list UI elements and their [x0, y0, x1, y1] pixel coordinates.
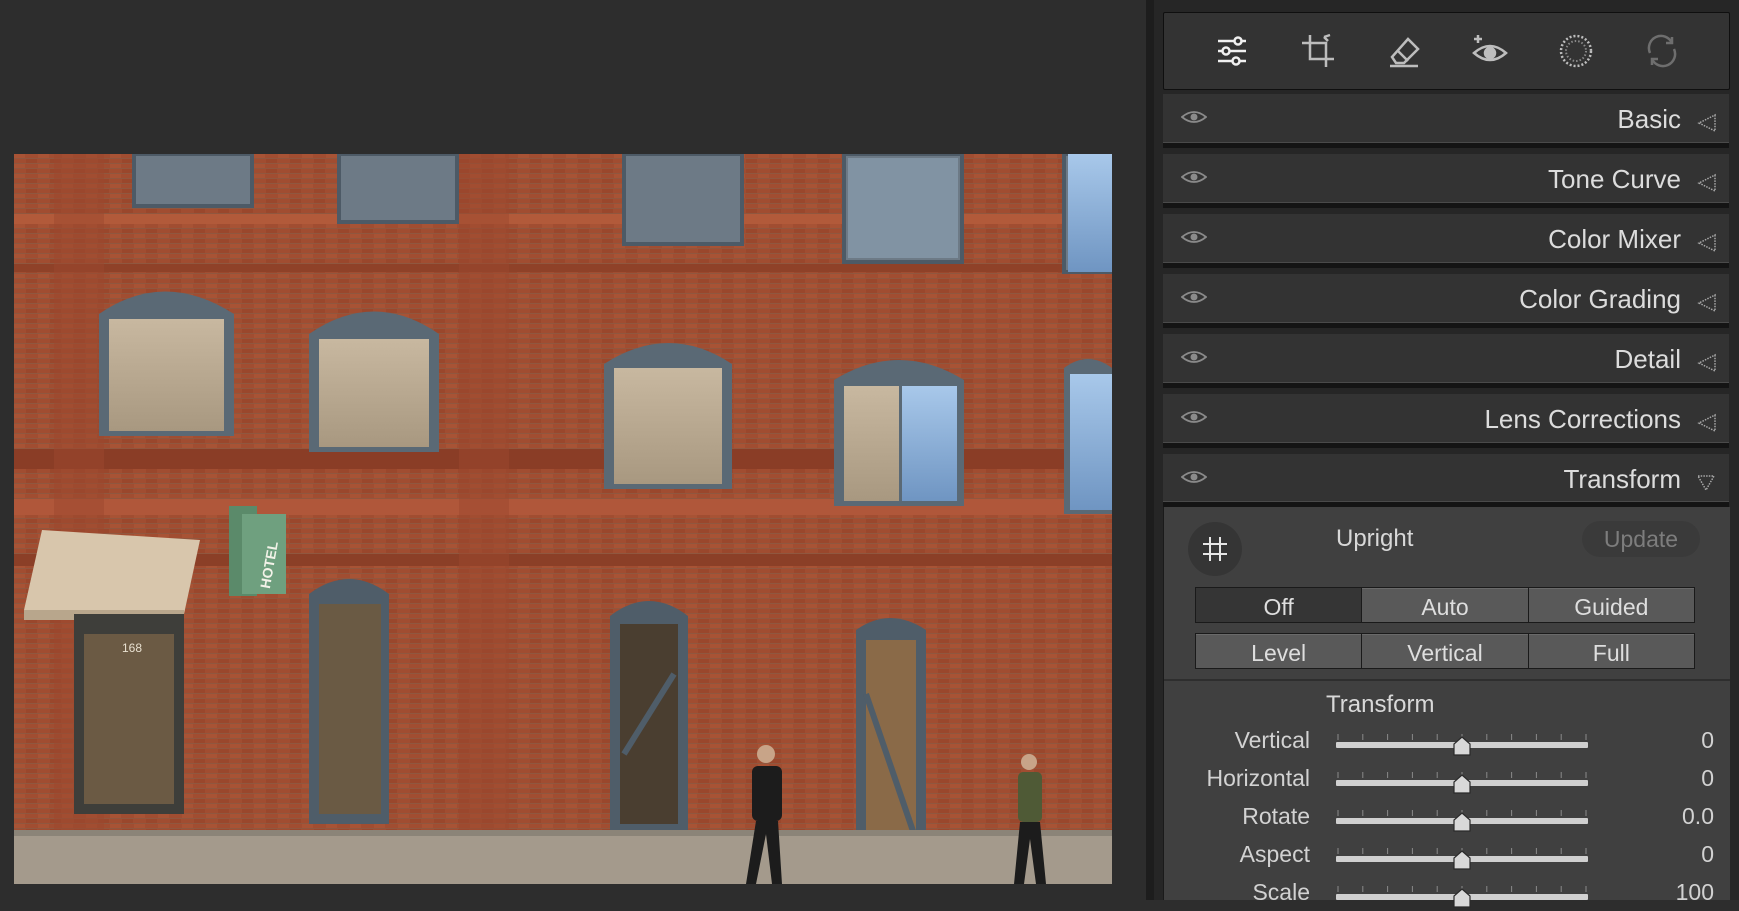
section-color-mixer[interactable]: Color Mixer	[1163, 214, 1729, 268]
presets-icon[interactable]	[1619, 21, 1705, 81]
slider-label: Aspect	[1239, 841, 1310, 867]
section-tone-curve[interactable]: Tone Curve	[1163, 154, 1729, 208]
section-title: Color Grading	[1519, 284, 1681, 314]
divider	[1164, 679, 1730, 681]
update-button[interactable]: Update	[1582, 521, 1700, 557]
slider-label: Vertical	[1234, 727, 1310, 753]
slider-value[interactable]: 0	[1701, 765, 1714, 792]
upright-mode-row-2: Level Vertical Full	[1195, 633, 1695, 669]
slider-value[interactable]: 100	[1676, 879, 1714, 906]
slider-label: Scale	[1252, 879, 1310, 905]
upright-level-button[interactable]: Level	[1196, 634, 1362, 668]
visibility-eye-icon[interactable]	[1181, 229, 1207, 245]
visibility-eye-icon[interactable]	[1181, 289, 1207, 305]
upright-vertical-button[interactable]: Vertical	[1362, 634, 1528, 668]
visibility-eye-icon[interactable]	[1181, 469, 1207, 485]
section-color-grading[interactable]: Color Grading	[1163, 274, 1729, 328]
expand-triangle-icon[interactable]	[1695, 412, 1717, 434]
masking-icon[interactable]	[1533, 21, 1619, 81]
visibility-eye-icon[interactable]	[1181, 109, 1207, 125]
slider-thumb[interactable]	[1452, 888, 1472, 908]
slider-row-horizontal: Horizontal 0	[1164, 763, 1730, 797]
section-title: Color Mixer	[1548, 224, 1681, 254]
section-title: Basic	[1617, 104, 1681, 134]
upright-full-button[interactable]: Full	[1528, 634, 1694, 668]
expand-triangle-icon[interactable]	[1695, 232, 1717, 254]
section-title: Tone Curve	[1548, 164, 1681, 194]
slider-label: Horizontal	[1206, 765, 1310, 791]
photo-canvas[interactable]: 168 HOTEL	[0, 0, 1146, 900]
slider-value[interactable]: 0	[1701, 841, 1714, 868]
section-basic[interactable]: Basic	[1163, 94, 1729, 148]
edit-sliders-icon[interactable]	[1189, 21, 1275, 81]
section-title: Transform	[1563, 464, 1682, 494]
slider-value[interactable]: 0	[1701, 727, 1714, 754]
eraser-icon[interactable]	[1361, 21, 1447, 81]
upright-label: Upright	[1336, 525, 1414, 552]
section-lens-corrections[interactable]: Lens Corrections	[1163, 394, 1729, 448]
slider-row-aspect: Aspect 0	[1164, 839, 1730, 873]
upright-auto-button[interactable]: Auto	[1362, 588, 1528, 622]
crop-icon[interactable]	[1275, 21, 1361, 81]
section-transform[interactable]: Transform	[1163, 454, 1729, 507]
upright-off-button[interactable]: Off	[1196, 588, 1362, 622]
upright-guided-button[interactable]: Guided	[1528, 588, 1694, 622]
guided-upright-tool-icon[interactable]	[1188, 522, 1242, 576]
panel-divider[interactable]	[1146, 0, 1154, 900]
tool-strip	[1163, 12, 1730, 90]
expand-triangle-icon[interactable]	[1695, 172, 1717, 194]
slider-value[interactable]: 0.0	[1682, 803, 1714, 830]
upright-mode-row-1: Off Auto Guided	[1195, 587, 1695, 623]
section-detail[interactable]: Detail	[1163, 334, 1729, 388]
expand-triangle-icon[interactable]	[1695, 112, 1717, 134]
expand-triangle-icon[interactable]	[1695, 352, 1717, 374]
collapse-triangle-icon[interactable]	[1695, 472, 1717, 494]
visibility-eye-icon[interactable]	[1181, 409, 1207, 425]
develop-panel: Basic Tone Curve Color Mixer Color Gradi…	[1154, 0, 1739, 908]
address-number: 168	[122, 641, 142, 655]
slider-thumb[interactable]	[1452, 850, 1472, 870]
transform-panel-body: Upright Update Off Auto Guided Level Ver…	[1163, 507, 1730, 908]
building-photo: 168 HOTEL	[14, 154, 1112, 884]
slider-label: Rotate	[1242, 803, 1310, 829]
expand-triangle-icon[interactable]	[1695, 292, 1717, 314]
red-eye-icon[interactable]	[1447, 21, 1533, 81]
photo-preview[interactable]: 168 HOTEL	[14, 154, 1112, 884]
section-title: Lens Corrections	[1484, 404, 1681, 434]
slider-row-scale: Scale 100	[1164, 877, 1730, 911]
slider-thumb[interactable]	[1452, 736, 1472, 756]
visibility-eye-icon[interactable]	[1181, 169, 1207, 185]
section-title: Detail	[1614, 344, 1681, 374]
slider-thumb[interactable]	[1452, 774, 1472, 794]
transform-subsection-title: Transform	[1326, 691, 1435, 718]
visibility-eye-icon[interactable]	[1181, 349, 1207, 365]
slider-row-rotate: Rotate 0.0	[1164, 801, 1730, 835]
slider-thumb[interactable]	[1452, 812, 1472, 832]
slider-row-vertical: Vertical 0	[1164, 725, 1730, 759]
